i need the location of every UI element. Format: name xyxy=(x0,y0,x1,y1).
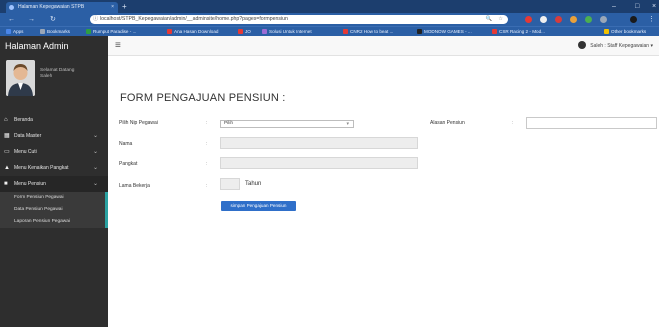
forward-icon[interactable]: → xyxy=(28,13,35,26)
bookmark-label: Other bookmarks xyxy=(611,29,647,34)
chevron-down-icon: ⌄ xyxy=(92,165,98,171)
sidebar-item-data-master[interactable]: ▦ Data Master ⌄ xyxy=(0,128,108,144)
main-content: FORM PENGAJUAN PENSIUN : xyxy=(108,57,659,327)
caret-down-icon: ▾ xyxy=(649,43,653,49)
url-text: localhost/STPB_Kepegawaian/admin/__admin… xyxy=(100,16,288,22)
nama-field[interactable] xyxy=(220,137,418,149)
user-profile: Selamat Datang Saleh xyxy=(0,56,108,112)
bookmark-favicon-icon xyxy=(492,29,497,34)
chevron-down-icon: ▾ xyxy=(346,121,349,127)
star-icon xyxy=(40,29,45,34)
url-input[interactable]: ⓘ localhost/STPB_Kepegawaian/admin/__adm… xyxy=(90,15,508,24)
sidebar-item-label: Beranda xyxy=(14,117,33,123)
sidebar-item-label: Menu Pensiun xyxy=(14,181,46,187)
bookmark-label: Rumput Paradise - ... xyxy=(93,29,137,34)
home-icon: ⌂ xyxy=(4,117,8,123)
monitor-icon: ▭ xyxy=(4,149,10,155)
graduation-cap-icon: ▲ xyxy=(4,165,10,171)
bookmark-label: JO xyxy=(245,29,251,34)
app-header: Halaman Admin ≡ Saleh : Staff Kepegawaia… xyxy=(0,36,659,56)
nip-select-value: Pilih xyxy=(224,121,234,126)
pangkat-field[interactable] xyxy=(220,157,418,169)
user-menu[interactable]: Saleh : Staff Kepegawaian ▾ xyxy=(578,36,653,56)
welcome-username: Saleh xyxy=(40,74,53,79)
sidebar-item-label: Menu Cuti xyxy=(14,149,37,155)
close-tab-icon[interactable]: × xyxy=(111,2,114,13)
nip-select[interactable]: Pilih ▾ xyxy=(220,120,354,128)
page-title: FORM PENGAJUAN PENSIUN : xyxy=(120,92,286,104)
bookmark-label: Solusi Untuk Internet xyxy=(269,29,312,34)
submenu-item-data-pensiun[interactable]: Data Pensiun Pegawai xyxy=(0,204,105,216)
user-label: Saleh : Staff Kepegawaian xyxy=(590,43,650,49)
chevron-down-icon: ⌄ xyxy=(92,133,98,139)
bookmark-favicon-icon xyxy=(417,29,422,34)
avatar xyxy=(6,60,35,96)
submenu-item-laporan-pensiun[interactable]: Laporan Pensiun Pegawai xyxy=(0,216,105,228)
bookmark-label: CNR2 How to beat ... xyxy=(350,29,394,34)
browser-tab[interactable]: Halaman Kepegawaian STPB × xyxy=(6,2,118,13)
maximize-icon[interactable]: □ xyxy=(635,0,639,13)
folder-icon xyxy=(604,29,609,34)
table-icon: ▦ xyxy=(4,133,10,139)
browser-menu-icon[interactable]: ⋮ xyxy=(648,13,655,26)
sidebar: Selamat Datang Saleh ⌂ Beranda ▦ Data Ma… xyxy=(0,56,108,327)
reload-icon[interactable]: ↻ xyxy=(50,13,56,26)
extension-icon[interactable] xyxy=(600,16,607,23)
hamburger-menu-icon[interactable]: ≡ xyxy=(115,40,121,52)
site-info-icon: ⓘ xyxy=(93,16,99,22)
browser-tab-title: Halaman Kepegawaian STPB xyxy=(18,4,85,10)
submit-pensiun-button[interactable]: simpan Pengajuan Pensiun xyxy=(221,201,296,211)
bookmark-favicon-icon xyxy=(262,29,267,34)
book-icon: ■ xyxy=(4,181,8,187)
user-icon xyxy=(578,41,587,49)
bookmark-favicon-icon xyxy=(238,29,243,34)
extension-icon[interactable] xyxy=(585,16,592,23)
bookmark-label: Ana Hasan Download xyxy=(174,29,219,34)
sidebar-item-label: Data Master xyxy=(14,133,42,139)
favicon-icon xyxy=(9,5,14,10)
lama-bekerja-field[interactable] xyxy=(220,178,240,190)
bookmark-favicon-icon xyxy=(86,29,91,34)
pensiun-submenu: Form Pensiun Pegawai Data Pensiun Pegawa… xyxy=(0,192,108,228)
bookmark-label: CSR Racing 2 - Mod... xyxy=(499,29,545,34)
bookmark-label: MODNOW GAMES - ... xyxy=(424,29,472,34)
sidebar-item-beranda[interactable]: ⌂ Beranda xyxy=(0,112,108,128)
submenu-item-form-pensiun[interactable]: Form Pensiun Pegawai xyxy=(0,192,105,204)
minimize-icon[interactable]: – xyxy=(612,0,616,13)
sidebar-menu: ⌂ Beranda ▦ Data Master ⌄ ▭ Menu Cuti ⌄ … xyxy=(0,112,108,228)
bookmark-label: Bookmarks xyxy=(47,29,70,34)
sidebar-item-label: Menu Kenaikan Pangkat xyxy=(14,165,69,171)
zoom-icon[interactable]: 🔍 xyxy=(486,15,492,24)
new-tab-button[interactable]: + xyxy=(122,1,127,12)
chevron-down-icon: ⌄ xyxy=(92,181,98,187)
extension-icon[interactable] xyxy=(540,16,547,23)
close-window-icon[interactable]: × xyxy=(652,0,656,13)
browser-tab-bar: Halaman Kepegawaian STPB × + – □ × xyxy=(0,0,659,13)
address-bar-row: ← → ↻ ⓘ localhost/STPB_Kepegawaian/admin… xyxy=(0,13,659,26)
sidebar-item-menu-pensiun[interactable]: ■ Menu Pensiun ⌄ xyxy=(0,176,108,192)
extension-icon[interactable] xyxy=(570,16,577,23)
bookmarks-bar: Apps Bookmarks Rumput Paradise - ... Ana… xyxy=(0,26,659,36)
extension-icon[interactable] xyxy=(525,16,532,23)
bookmark-favicon-icon xyxy=(343,29,348,34)
brand-title[interactable]: Halaman Admin xyxy=(0,36,108,56)
bookmark-star-icon[interactable]: ☆ xyxy=(498,15,503,24)
apps-icon xyxy=(6,29,11,34)
alasan-pensiun-input[interactable] xyxy=(526,117,657,129)
sidebar-item-kenaikan-pangkat[interactable]: ▲ Menu Kenaikan Pangkat ⌄ xyxy=(0,160,108,176)
bookmark-favicon-icon xyxy=(167,29,172,34)
chevron-down-icon: ⌄ xyxy=(92,149,98,155)
extension-icon[interactable] xyxy=(555,16,562,23)
welcome-text: Selamat Datang Saleh xyxy=(40,68,74,80)
sidebar-item-menu-cuti[interactable]: ▭ Menu Cuti ⌄ xyxy=(0,144,108,160)
back-icon[interactable]: ← xyxy=(8,13,15,26)
profile-icon[interactable] xyxy=(630,16,637,23)
bookmark-label: Apps xyxy=(13,29,24,34)
